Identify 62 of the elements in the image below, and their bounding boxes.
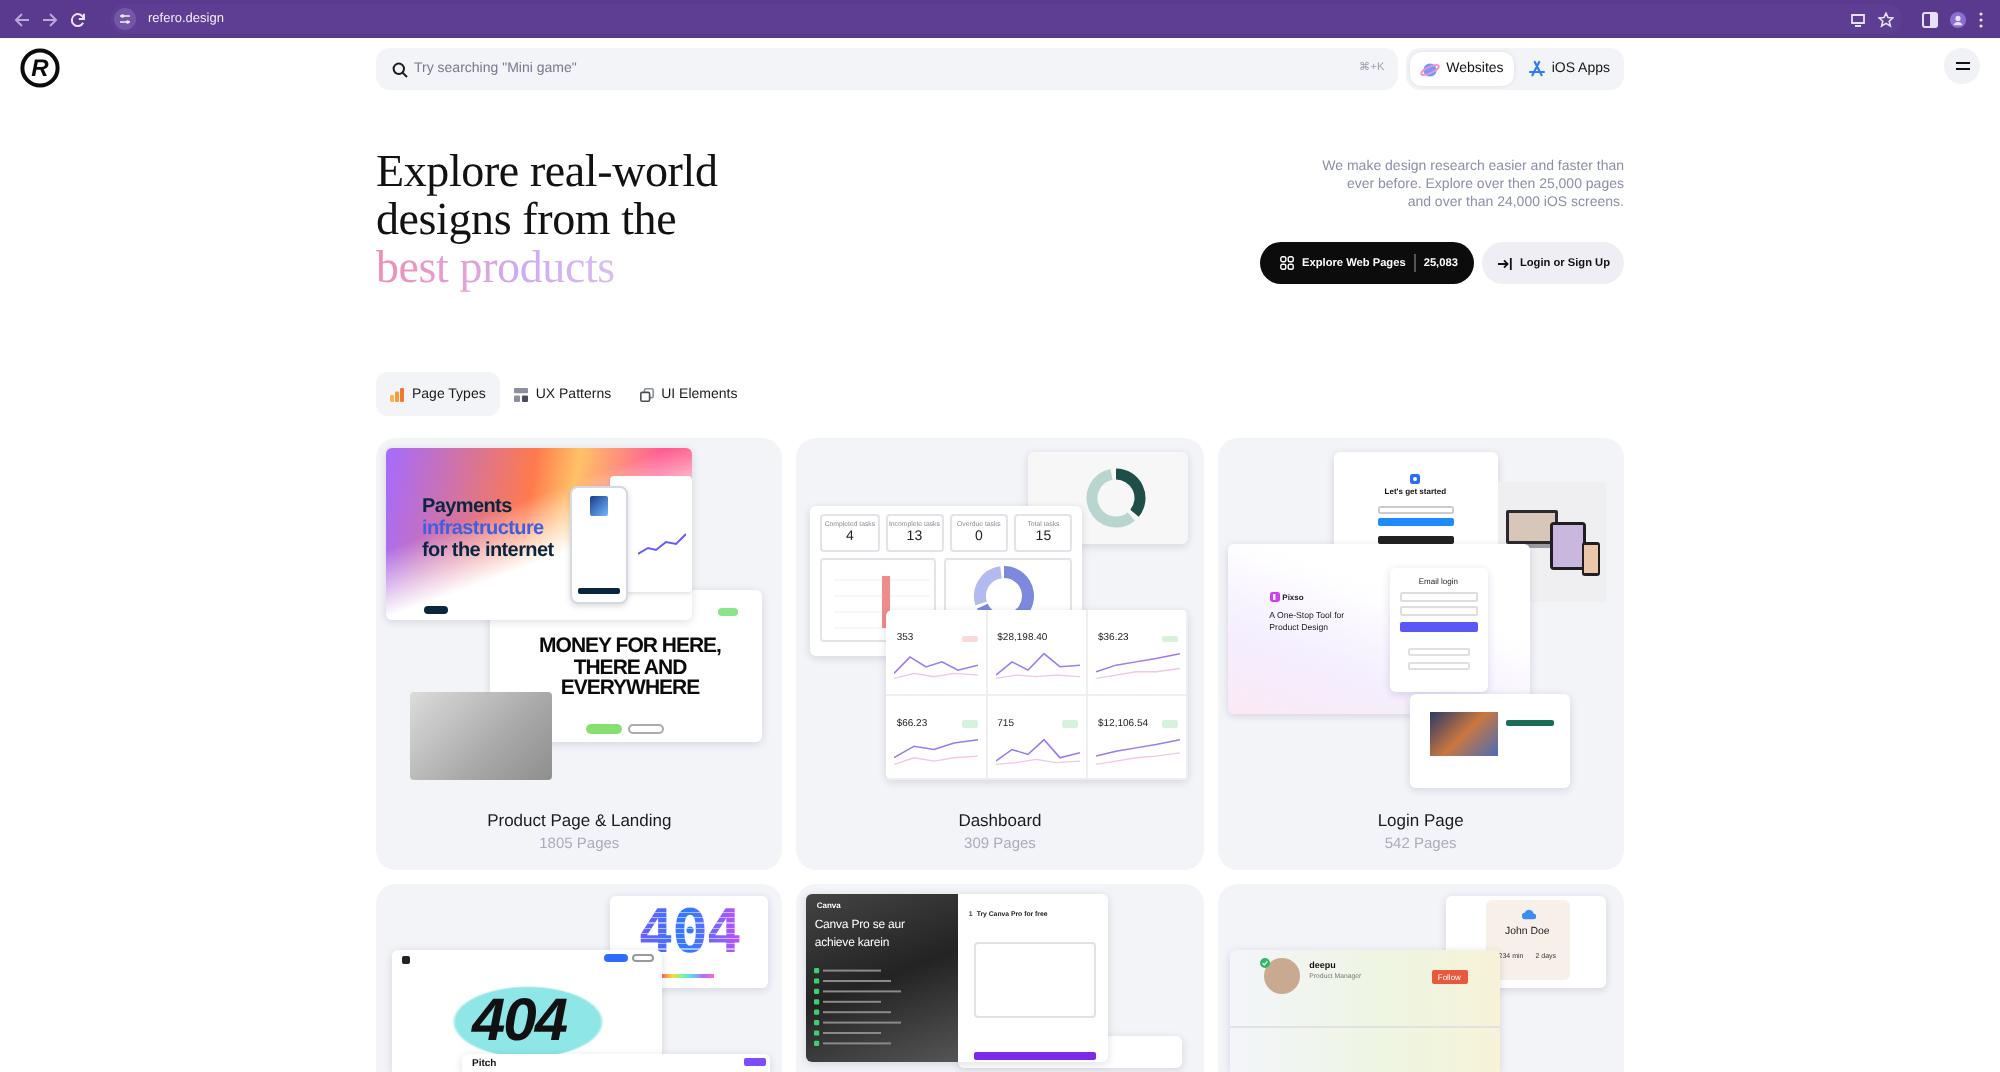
button-placeholder — [632, 954, 654, 962]
sparkline — [894, 737, 979, 765]
button-placeholder — [1377, 536, 1454, 544]
button-placeholder — [628, 724, 664, 734]
card-title: Login Page — [1377, 808, 1464, 832]
layout-icon — [513, 387, 528, 401]
sidebar-icon[interactable] — [1922, 11, 1938, 27]
more-icon[interactable] — [1978, 11, 1984, 27]
button-placeholder — [1377, 518, 1454, 526]
sparkline — [1095, 737, 1180, 765]
sign-in-icon — [1497, 257, 1512, 269]
preview-heading: MONEY FOR HERE, THERE AND EVERYWHERE — [537, 636, 723, 700]
back-icon[interactable] — [14, 11, 30, 27]
button-placeholder — [744, 1058, 766, 1066]
input-field — [1399, 606, 1478, 616]
app-logo-icon — [1409, 474, 1420, 484]
logo-placeholder — [402, 956, 410, 964]
sparkline — [1095, 652, 1180, 680]
button-placeholder — [604, 954, 628, 962]
input-field — [1399, 592, 1478, 602]
graffiti-error-code: 404 — [452, 986, 604, 1058]
form-panel — [974, 942, 1097, 1018]
menu-button[interactable] — [1944, 48, 1980, 84]
reload-icon[interactable] — [70, 11, 86, 27]
hero-headline: Explore real-world designs from the best products — [376, 148, 718, 292]
grid-icon — [1280, 256, 1294, 270]
button-placeholder — [1505, 720, 1554, 726]
photo-placeholder — [410, 692, 552, 780]
sparkline — [995, 737, 1080, 765]
button-placeholder — [1399, 622, 1478, 632]
planet-icon — [1420, 59, 1441, 79]
photo-placeholder — [1429, 712, 1498, 756]
menu-icon — [1955, 62, 1969, 70]
button-placeholder — [578, 588, 620, 594]
button-placeholder — [586, 724, 622, 734]
site-info-icon[interactable] — [114, 8, 136, 30]
card-title: Dashboard — [958, 808, 1042, 832]
cloud-icon — [1521, 908, 1536, 920]
screen-icon[interactable] — [1850, 11, 1866, 27]
avatar-placeholder — [1263, 958, 1300, 994]
card-title: Product Page & Landing — [487, 808, 672, 832]
copy-icon — [639, 387, 654, 401]
app-store-icon — [1527, 60, 1546, 78]
forward-icon[interactable] — [42, 11, 58, 27]
input-field — [1377, 506, 1454, 514]
button-placeholder — [974, 1052, 1097, 1060]
verified-badge-icon — [1259, 958, 1270, 968]
search-icon — [392, 61, 408, 77]
checklist-drawing — [814, 968, 903, 1048]
sparkline — [638, 532, 686, 556]
tag-placeholder — [718, 608, 738, 616]
brand-logo[interactable]: R — [20, 48, 60, 88]
bookmark-star-icon[interactable] — [1878, 11, 1894, 27]
bar-chart-icon — [390, 387, 404, 401]
sparkline — [995, 652, 1080, 680]
preview-heading: Payments infrastructure for the internet — [422, 496, 554, 562]
button-placeholder — [424, 606, 448, 614]
color-scale-bar — [662, 974, 714, 978]
card-image — [590, 496, 608, 516]
sparkline — [894, 652, 979, 680]
app-logo-icon — [1269, 592, 1280, 602]
profile-avatar-icon[interactable] — [1950, 11, 1966, 27]
